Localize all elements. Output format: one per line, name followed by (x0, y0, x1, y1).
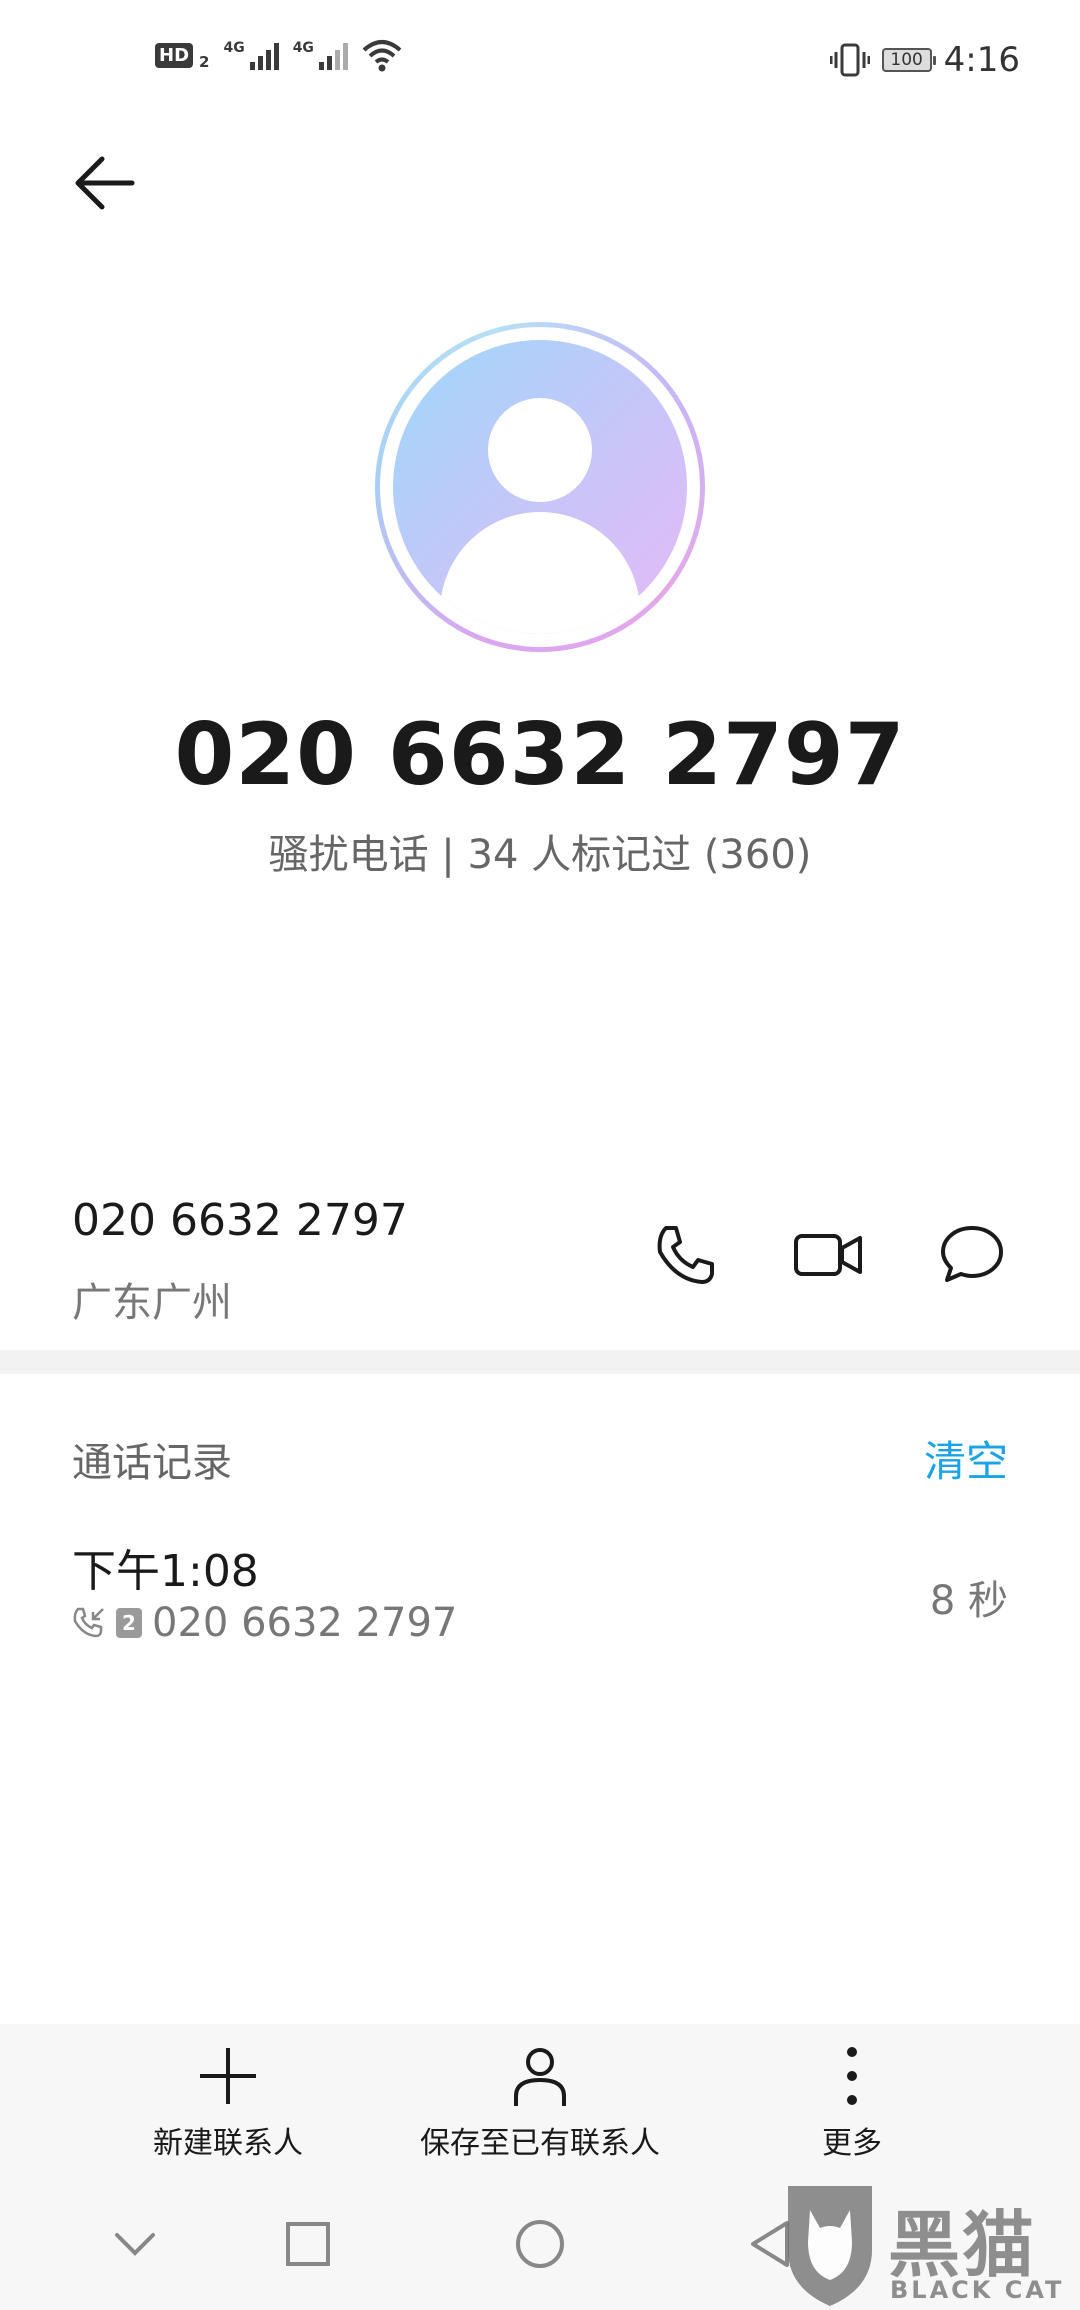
signal-sim2-label: 4G (292, 40, 314, 56)
call-entry-time: 下午1:08 (72, 1546, 259, 1597)
new-contact-button[interactable]: 新建联系人 (108, 2044, 348, 2162)
save-to-existing-label: 保存至已有联系人 (420, 2126, 660, 2161)
chevron-down-icon (115, 2233, 155, 2256)
cat-shield-logo-icon (788, 2186, 872, 2306)
battery-icon: 100 (881, 48, 936, 72)
video-call-button[interactable] (788, 1215, 868, 1295)
watermark-subtext: BLACK CAT (890, 2276, 1065, 2304)
call-button[interactable] (645, 1215, 725, 1295)
number-location: 广东广州 (72, 1280, 232, 1326)
nav-hide-button[interactable] (105, 2214, 165, 2274)
more-button[interactable]: 更多 (772, 2044, 932, 2162)
new-contact-label: 新建联系人 (153, 2126, 303, 2161)
black-cat-watermark: 黑猫 BLACK CAT (780, 2180, 1080, 2310)
phone-icon (657, 1226, 714, 1284)
status-time: 4:16 (943, 40, 1020, 80)
signal-sim2-icon: 4G (293, 40, 348, 70)
back-button[interactable] (72, 150, 138, 216)
call-entry-duration: 8 秒 (929, 1578, 1008, 1624)
call-entry-detail: 2 020 6632 2797 (72, 1600, 457, 1646)
default-person-icon (393, 340, 687, 634)
more-vertical-icon (847, 2047, 857, 2105)
status-icons-left: HD 2 4G 4G (155, 38, 402, 72)
save-to-existing-button[interactable]: 保存至已有联系人 (400, 2044, 680, 2162)
call-entry-number: 020 6632 2797 (152, 1600, 458, 1646)
contact-avatar (375, 322, 705, 652)
caller-number-title: 020 6632 2797 (174, 705, 906, 805)
chat-bubble-icon (941, 1226, 1003, 1282)
phone-number[interactable]: 020 6632 2797 (72, 1195, 408, 1246)
nav-home-button[interactable] (510, 2214, 570, 2274)
back-arrow-icon (75, 156, 135, 210)
section-divider (0, 1350, 1080, 1374)
bottom-action-bar: 新建联系人 保存至已有联系人 更多 (0, 2024, 1080, 2174)
battery-level: 100 (890, 50, 923, 70)
clear-call-log-button[interactable]: 清空 (924, 1428, 1008, 1489)
plus-icon (200, 2048, 256, 2104)
status-icons-right: 100 4:16 (829, 40, 1020, 80)
video-camera-icon (794, 1234, 862, 1276)
signal-sim1-label: 4G (223, 40, 245, 56)
incoming-call-icon (73, 1607, 104, 1638)
hd-voice-icon: HD (155, 42, 194, 68)
spam-tag-line: 骚扰电话 | 34 人标记过 (360) (268, 832, 812, 878)
call-log-title: 通话记录 (72, 1440, 232, 1486)
message-button[interactable] (932, 1215, 1012, 1295)
more-label: 更多 (822, 2126, 882, 2161)
circle-icon (516, 2220, 564, 2268)
person-icon (514, 2048, 566, 2106)
sim-card-icon: 2 (116, 1608, 142, 1638)
hd-sim-index: 2 (199, 53, 210, 71)
vibrate-icon (829, 43, 870, 77)
signal-sim1-icon: 4G (223, 40, 279, 70)
status-bar: HD 2 4G 4G 100 4:16 (0, 0, 1080, 120)
nav-recents-button[interactable] (278, 2214, 338, 2274)
wifi-icon (362, 40, 402, 72)
square-icon (286, 2222, 330, 2266)
